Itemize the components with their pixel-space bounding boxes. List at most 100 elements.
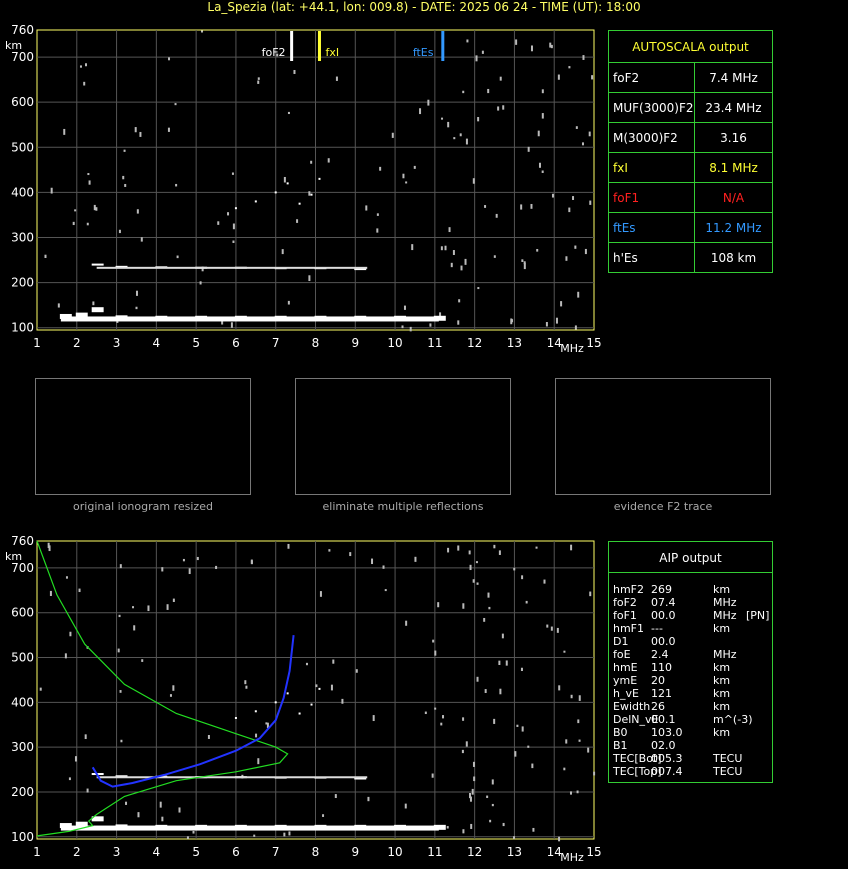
noise-dot: [447, 121, 450, 128]
noise-dot: [523, 261, 526, 265]
noise-dot: [535, 546, 538, 549]
noise-dot: [78, 588, 81, 593]
noise-dot: [498, 660, 501, 665]
x-tick-label: 15: [586, 336, 601, 350]
noise-dot: [465, 741, 468, 747]
noise-dot: [335, 76, 338, 81]
noise-dot: [469, 564, 472, 571]
noise-dot: [283, 832, 286, 837]
noise-dot: [464, 258, 467, 265]
noise-dot: [411, 244, 414, 251]
echo-point: [91, 307, 104, 313]
aip-cell: [PN]: [746, 609, 770, 622]
aip-cell: MHz: [713, 609, 737, 622]
aip-divider: [609, 572, 772, 573]
marker-bar: [290, 31, 294, 61]
noise-dot: [434, 707, 437, 710]
autoscala-value: 7.4 MHz: [709, 71, 758, 85]
noise-dot: [521, 259, 524, 262]
noise-dot: [135, 290, 138, 296]
noise-dot: [192, 830, 195, 834]
autoscala-row-fxi: fxI 8.1 MHz: [609, 152, 772, 182]
noise-dot: [72, 221, 75, 226]
noise-dot: [466, 39, 469, 43]
echo-point: [274, 701, 277, 704]
noise-dot: [44, 254, 47, 258]
echo-point: [286, 182, 289, 185]
noise-dot: [169, 694, 172, 697]
noise-dot: [557, 74, 560, 80]
noise-dot: [452, 250, 455, 255]
x-tick-label: 8: [312, 845, 320, 859]
marker-label: ftEs: [413, 46, 434, 59]
marker-bar: [441, 31, 445, 61]
aip-cell: foF1: [613, 609, 637, 622]
noise-dot: [593, 771, 596, 776]
noise-dot: [424, 711, 427, 715]
noise-dot: [558, 685, 561, 691]
noise-dot: [341, 698, 344, 704]
aip-cell: km: [713, 726, 731, 739]
noise-dot: [471, 788, 474, 795]
echo-point: [234, 207, 237, 210]
noise-dot: [134, 127, 137, 133]
autoscala-row-h-es: h'Es 108 km: [609, 242, 772, 272]
noise-dot: [367, 796, 370, 802]
noise-dot: [79, 65, 82, 68]
autoscala-panel: AUTOSCALA output foF2 7.4 MHz MUF(3000)F2 2…: [608, 30, 773, 273]
echo-point: [234, 717, 237, 720]
noise-dot: [525, 600, 528, 604]
noise-dot: [330, 684, 333, 691]
autoscala-key: MUF(3000)F2: [613, 101, 694, 115]
noise-dot: [232, 240, 235, 243]
noise-dot: [499, 76, 502, 81]
autoscala-key: ftEs: [613, 221, 636, 235]
noise-dot: [308, 191, 311, 196]
noise-dot: [308, 275, 311, 282]
noise-dot: [543, 579, 546, 584]
noise-dot: [186, 836, 189, 839]
noise-dot: [536, 249, 539, 252]
y-tick-label: 100: [11, 830, 34, 844]
noise-dot: [123, 149, 126, 152]
autoscala-row-fof1: foF1 N/A: [609, 182, 772, 212]
aip-cell: 2.4: [651, 648, 669, 661]
noise-dot: [523, 263, 526, 270]
x-tick-label: 13: [507, 336, 522, 350]
aip-cell: 005.3: [651, 752, 683, 765]
marker-label: foF2: [262, 46, 286, 59]
noise-dot: [570, 544, 573, 551]
noise-dot: [63, 128, 66, 135]
noise-dot: [499, 688, 502, 695]
aip-cell: TECU: [713, 765, 743, 778]
y-tick-label: 500: [11, 140, 34, 154]
noise-dot: [495, 213, 498, 218]
noise-dot: [457, 320, 460, 325]
noise-dot: [530, 45, 533, 52]
noise-dot: [472, 579, 475, 583]
autoscala-key: M(3000)F2: [613, 131, 678, 145]
aip-cell: m^(-3): [713, 713, 753, 726]
aip-cell: km: [713, 622, 731, 635]
aip-cell: hmF2: [613, 583, 645, 596]
noise-dot: [501, 633, 504, 639]
aip-cell: km: [713, 661, 731, 674]
y-tick-label: 400: [11, 695, 34, 709]
noise-dot: [465, 138, 468, 145]
noise-dot: [296, 219, 299, 223]
noise-dot: [578, 739, 581, 742]
noise-dot: [288, 831, 291, 836]
marker-label: fxI: [325, 46, 339, 59]
autoscala-value: 108 km: [710, 251, 757, 265]
echo-point: [298, 202, 301, 205]
echo-point: [318, 177, 321, 180]
aip-title: AIP output: [659, 551, 722, 565]
noise-dot: [434, 650, 437, 656]
noise-dot: [283, 176, 286, 183]
noise-dot: [141, 659, 144, 662]
noise-dot: [120, 739, 123, 743]
noise-dot: [481, 50, 484, 54]
noise-dot: [68, 777, 71, 781]
noise-dot: [174, 103, 177, 106]
noise-dot: [88, 180, 91, 185]
